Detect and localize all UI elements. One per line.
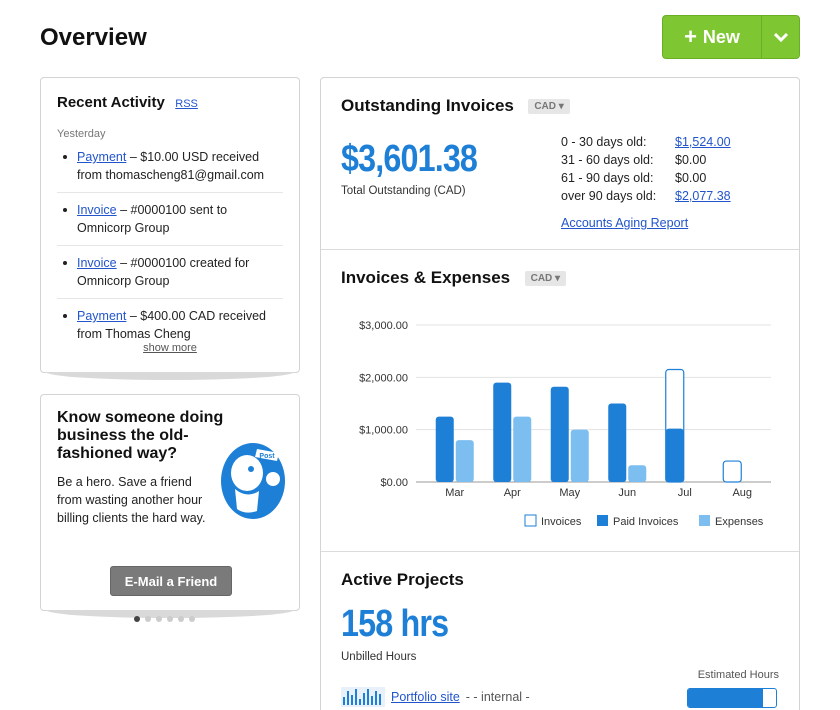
- recent-activity-panel: Recent Activity RSS Yesterday Payment – …: [40, 77, 300, 373]
- invoices-expenses-header: Invoices & Expenses CAD ▾: [341, 268, 567, 288]
- bar-paid-invoices: [608, 403, 627, 482]
- aging-label: 61 - 90 days old:: [561, 171, 654, 185]
- currency-select[interactable]: CAD ▾: [524, 271, 567, 286]
- aging-row: 0 - 30 days old: $1,524.00: [561, 133, 731, 151]
- panel-shadow: [46, 372, 294, 380]
- aging-value[interactable]: $2,077.38: [675, 187, 731, 205]
- activity-link[interactable]: Invoice: [77, 203, 117, 217]
- carousel-dot[interactable]: [189, 616, 195, 622]
- legend-swatch: [699, 515, 710, 526]
- x-tick-label: Aug: [732, 487, 752, 499]
- aging-summary: 0 - 30 days old: $1,524.00 31 - 60 days o…: [561, 133, 731, 232]
- outstanding-invoices-title: Outstanding Invoices: [341, 96, 514, 115]
- plus-icon: +: [684, 24, 697, 49]
- bar-paid-invoices: [550, 386, 569, 482]
- legend-swatch: [524, 514, 537, 527]
- carousel-dot[interactable]: [156, 616, 162, 622]
- legend-label: Expenses: [715, 516, 764, 528]
- carousel-dot[interactable]: [167, 616, 173, 622]
- new-dropdown-toggle[interactable]: [761, 16, 799, 58]
- legend-swatch: [597, 515, 608, 526]
- y-tick-label: $2,000.00: [359, 372, 408, 384]
- invoices-expenses-title: Invoices & Expenses: [341, 268, 511, 287]
- invoices-expenses-chart: $0.00 $1,000.00 $2,000.00 $3,000.00 Mar Apr Ma…: [321, 308, 801, 538]
- estimated-hours-label: Estimated Hours: [697, 669, 779, 681]
- project-link[interactable]: Portfolio site: [391, 690, 460, 704]
- aging-value: $0.00: [675, 153, 707, 167]
- aging-row: 61 - 90 days old: $0.00: [561, 169, 731, 187]
- dashboard-main-panel: Outstanding Invoices CAD ▾ $3,601.38 Tot…: [320, 77, 800, 710]
- unbilled-hours-value: 158 hrs: [341, 603, 449, 645]
- chevron-down-icon: [773, 32, 788, 42]
- aging-row: over 90 days old: $2,077.38: [561, 187, 731, 205]
- activity-item: Payment – $10.00 USD received from thoma…: [57, 148, 283, 193]
- activity-day-label: Yesterday: [57, 128, 106, 140]
- bar-expenses: [513, 416, 532, 482]
- y-tick-label: $1,000.00: [359, 425, 408, 437]
- promo-title: Know someone doing business the old-fash…: [57, 409, 224, 462]
- page-title: Overview: [40, 24, 147, 51]
- carousel-dots: [134, 616, 195, 622]
- currency-select[interactable]: CAD ▾: [528, 99, 570, 114]
- carousel-dot[interactable]: [134, 616, 140, 622]
- legend-label: Invoices: [541, 516, 582, 528]
- legend-label: Paid Invoices: [613, 516, 679, 528]
- carousel-dot[interactable]: [178, 616, 184, 622]
- aging-value: $0.00: [675, 171, 707, 185]
- unbilled-hours-caption: Unbilled Hours: [341, 651, 417, 663]
- bar-paid-invoices: [493, 382, 512, 482]
- activity-link[interactable]: Invoice: [77, 256, 117, 270]
- referral-promo-panel: Know someone doing business the old-fash…: [40, 394, 300, 611]
- carousel-dot[interactable]: [145, 616, 151, 622]
- outstanding-invoices-header: Outstanding Invoices CAD ▾: [341, 96, 570, 116]
- chart-svg: $0.00 $1,000.00 $2,000.00 $3,000.00 Mar Apr Ma…: [359, 320, 771, 528]
- show-more-link[interactable]: show more: [41, 342, 299, 354]
- bar-expenses: [628, 465, 647, 482]
- section-divider: [321, 249, 799, 250]
- promo-body: Be a hero. Save a friend from wasting an…: [57, 475, 206, 525]
- x-tick-label: Apr: [504, 487, 521, 499]
- new-button-main[interactable]: + New: [663, 16, 761, 58]
- x-tick-label: Jun: [618, 487, 636, 499]
- activity-list: Payment – $10.00 USD received from thoma…: [57, 148, 283, 351]
- aging-row: 31 - 60 days old: $0.00: [561, 151, 731, 169]
- aging-label: 0 - 30 days old:: [561, 135, 647, 149]
- bar-expenses: [570, 429, 589, 482]
- aging-value[interactable]: $1,524.00: [675, 133, 731, 151]
- x-tick-label: Jul: [678, 487, 692, 499]
- activity-item: Invoice – #0000100 created for Omnicorp …: [57, 254, 283, 299]
- estimated-hours-fill: [688, 689, 763, 707]
- aging-label: over 90 days old:: [561, 189, 657, 203]
- new-button[interactable]: + New: [662, 15, 800, 59]
- y-tick-label: $3,000.00: [359, 320, 408, 332]
- x-tick-label: Mar: [445, 487, 464, 499]
- bar-paid-invoices: [665, 428, 684, 482]
- total-outstanding-amount: $3,601.38: [341, 138, 478, 180]
- activity-item: Invoice – #0000100 sent to Omnicorp Grou…: [57, 201, 283, 246]
- recent-activity-title: Recent Activity: [57, 94, 165, 111]
- email-friend-button[interactable]: E-Mail a Friend: [110, 566, 232, 596]
- project-note: - - internal -: [465, 690, 530, 704]
- activity-link[interactable]: Payment: [77, 309, 126, 323]
- section-divider: [321, 551, 799, 552]
- mascot-label: Post: [259, 453, 275, 460]
- estimated-hours-bar: [687, 688, 777, 708]
- new-button-label: New: [702, 26, 740, 47]
- bar-paid-invoices: [435, 416, 454, 482]
- y-tick-label: $0.00: [380, 477, 408, 489]
- project-row: Portfolio site - - internal -: [341, 687, 530, 707]
- bar-invoices: [722, 460, 742, 483]
- activity-link[interactable]: Payment: [77, 150, 126, 164]
- mascot-icon: Post: [221, 443, 285, 519]
- project-activity-icon: [341, 687, 385, 707]
- aging-report-link[interactable]: Accounts Aging Report: [561, 214, 731, 232]
- rss-link[interactable]: RSS: [175, 98, 198, 110]
- aging-label: 31 - 60 days old:: [561, 153, 654, 167]
- active-projects-title: Active Projects: [341, 570, 464, 589]
- bar-expenses: [455, 440, 474, 482]
- total-outstanding-caption: Total Outstanding (CAD): [341, 185, 466, 197]
- x-tick-label: May: [559, 487, 580, 499]
